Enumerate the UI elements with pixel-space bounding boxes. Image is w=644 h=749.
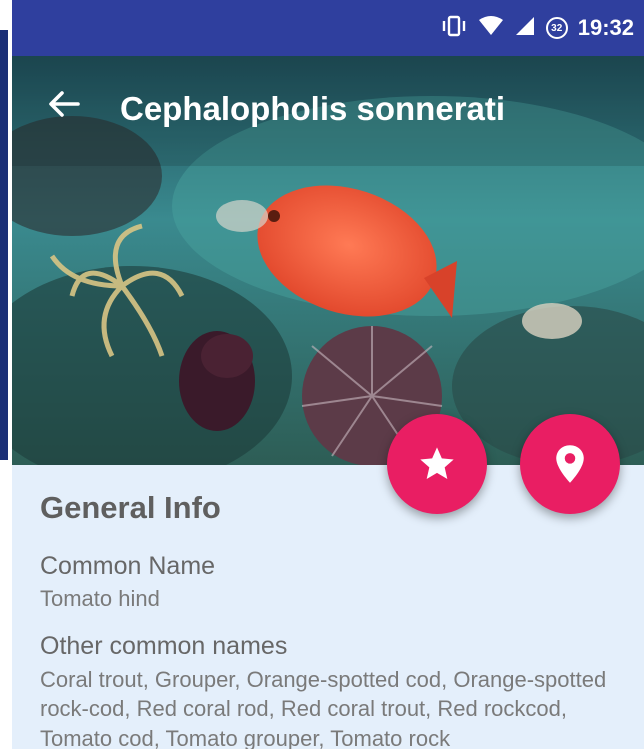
- app-toolbar: Cephalopholis sonnerati: [12, 56, 644, 166]
- cell-signal-icon: [514, 15, 536, 42]
- vibrate-icon: [440, 14, 468, 43]
- page-title: Cephalopholis sonnerati: [120, 90, 506, 127]
- wifi-icon: [478, 15, 504, 42]
- adjacent-screen-edge: [0, 0, 12, 749]
- status-time: 19:32: [577, 15, 634, 40]
- common-name-value: Tomato hind: [40, 586, 160, 611]
- section-heading: General Info: [40, 490, 221, 525]
- star-icon: [420, 447, 454, 479]
- back-button[interactable]: [42, 82, 86, 126]
- other-names-value: Coral trout, Grouper, Orange-spotted cod…: [40, 666, 607, 749]
- adjacent-screen-strip: [0, 30, 8, 460]
- arrow-left-icon: [49, 91, 80, 117]
- other-names-label: Other common names: [40, 631, 288, 660]
- battery-saver-icon: 32: [545, 17, 568, 39]
- location-pin-icon: [556, 445, 584, 483]
- common-name-label: Common Name: [40, 552, 216, 580]
- status-icons: 32 19:32: [440, 14, 634, 42]
- status-bar: 32 19:32: [12, 0, 644, 56]
- general-info-section: General Info Common Name Tomato hind Oth…: [40, 490, 620, 749]
- phone-screen: 32 19:32 Cephalopholis sonnerati General…: [12, 0, 644, 749]
